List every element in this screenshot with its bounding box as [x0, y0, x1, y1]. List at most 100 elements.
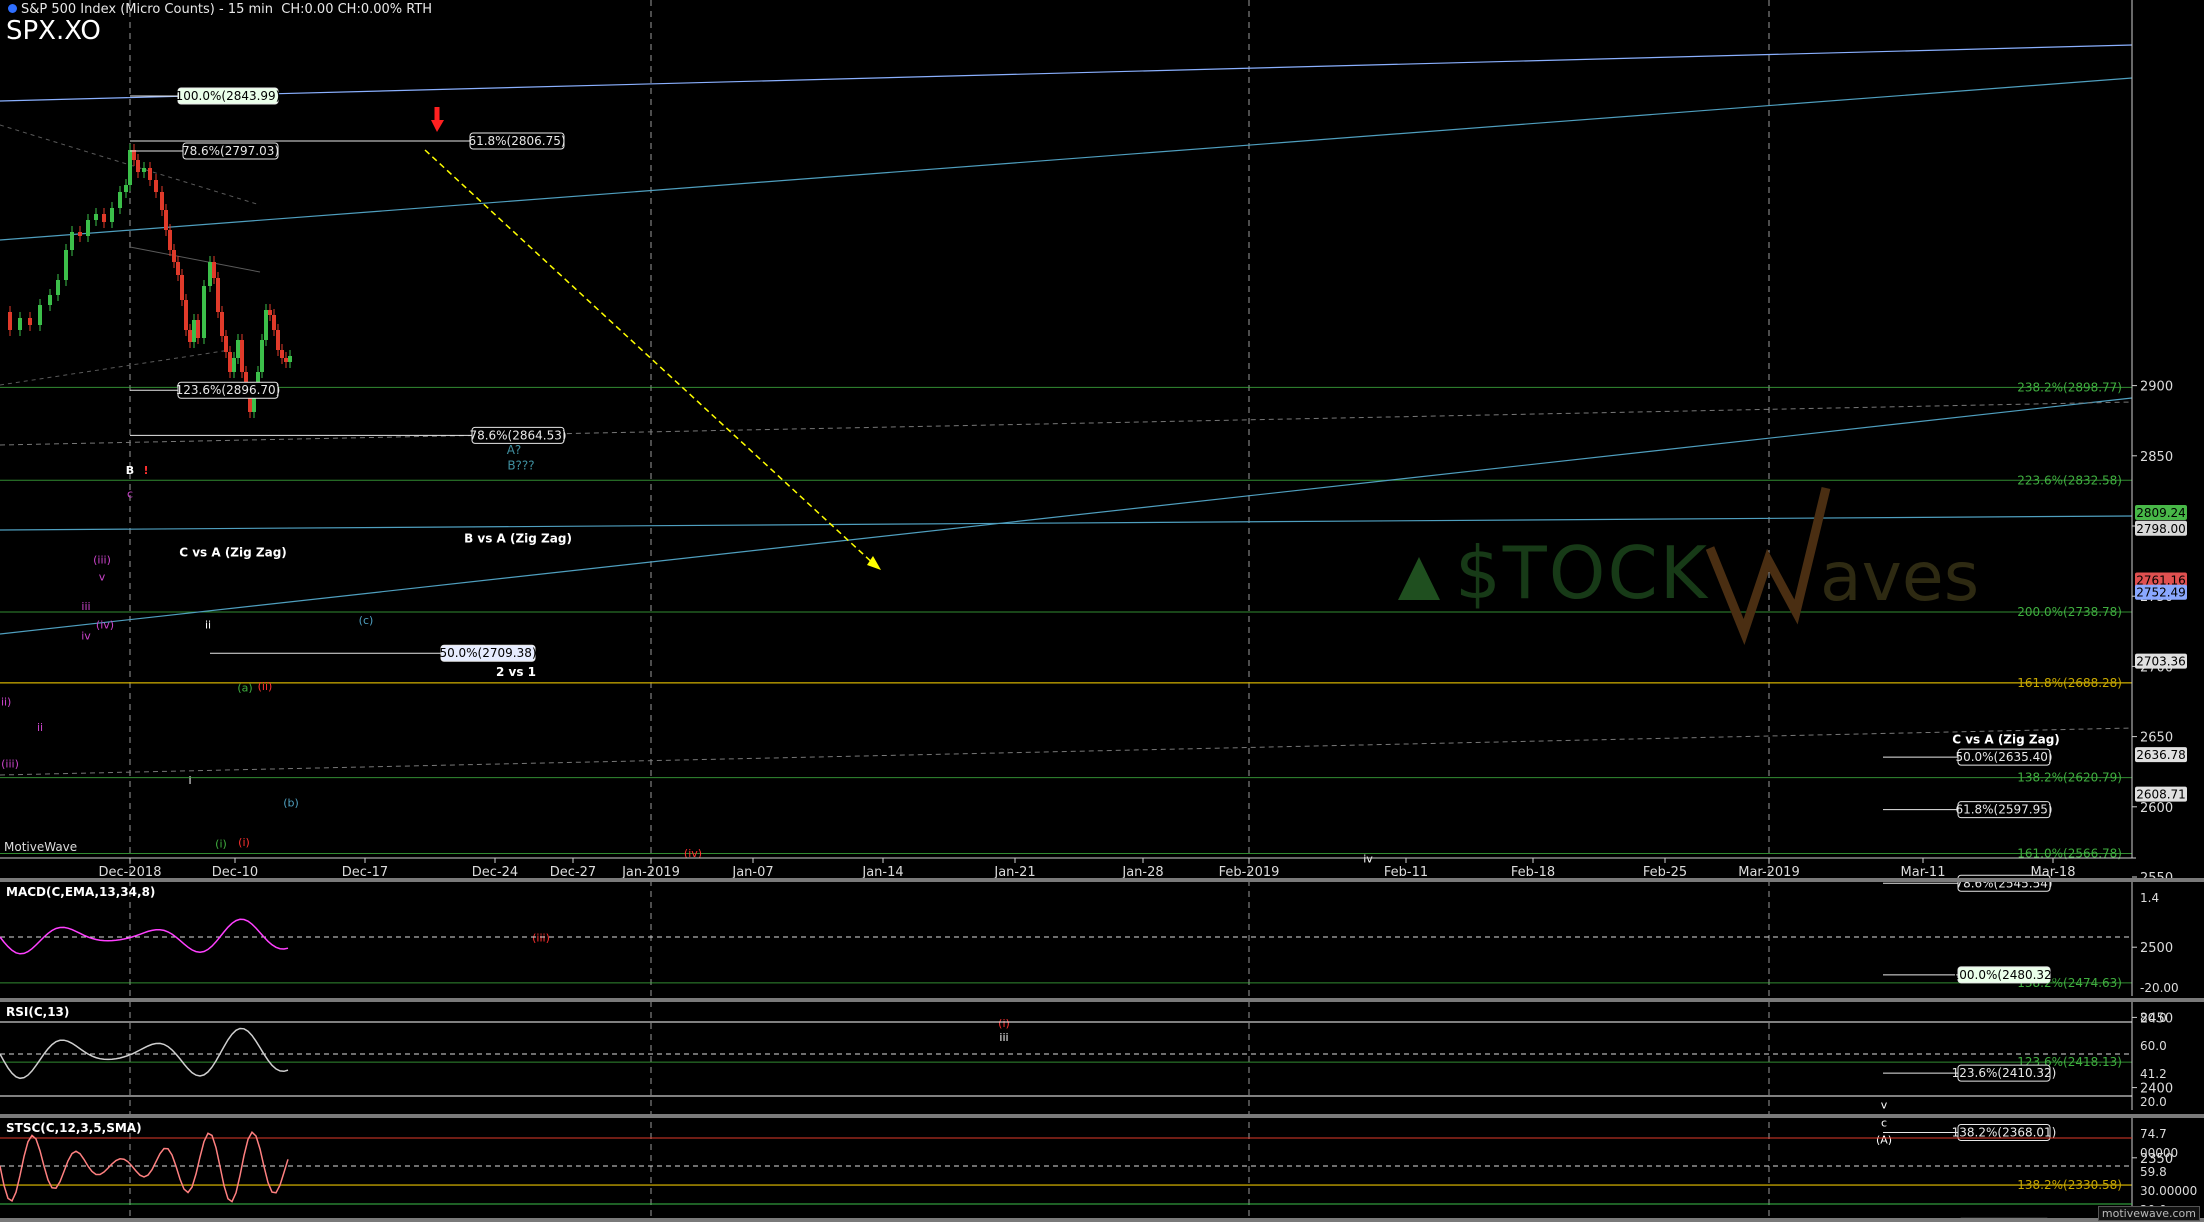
- panel-separator: [0, 1114, 2204, 1118]
- candle-body: [48, 295, 52, 305]
- svg-text:aves: aves: [1820, 538, 1979, 617]
- wave-label: (iii): [532, 931, 550, 944]
- symbol-label: SPX.XO: [6, 16, 101, 46]
- annotation-label: C vs A (Zig Zag): [1952, 732, 2060, 746]
- indicator-tick-label: 30.00000: [2140, 1184, 2197, 1198]
- wave-label: iv: [81, 630, 91, 643]
- fib-level-label: 138.2%(2620.79): [2017, 771, 2122, 785]
- price-box-label: 2752.49: [2136, 586, 2186, 600]
- candle-body: [202, 286, 206, 338]
- candle-body: [56, 280, 60, 295]
- candle-body: [216, 278, 220, 312]
- candle-body: [220, 312, 224, 336]
- panel-separator: [0, 1218, 2204, 1222]
- candle-body: [176, 262, 180, 275]
- channel-line-dashed: [0, 727, 2133, 776]
- candle-body: [124, 185, 128, 192]
- wave-label: (ii): [258, 680, 273, 693]
- fib-level-label: 200.0%(2738.78): [2017, 605, 2122, 619]
- indicator-name: STSC(C,12,3,5,SMA): [6, 1121, 142, 1135]
- indicator-trace: [0, 1130, 289, 1203]
- stockwaves-watermark: $TOCK aves: [1398, 486, 1979, 646]
- time-axis-label: Jan-28: [1121, 865, 1163, 880]
- fib-box-label: 50.0%(2709.38): [439, 646, 536, 660]
- time-axis-label: Feb-2019: [1219, 865, 1280, 880]
- candle-body: [136, 160, 140, 172]
- fib-level-label: 223.6%(2832.58): [2017, 473, 2122, 487]
- candle-body: [284, 358, 288, 362]
- indicator-tick-label: 00000: [2140, 1146, 2178, 1160]
- chart-header: S&P 500 Index (Micro Counts) - 15 min CH…: [8, 2, 432, 17]
- price-box-label: 2798.00: [2136, 522, 2186, 536]
- candle-body: [224, 336, 228, 352]
- fib-box-label: 123.6%(2896.70): [176, 383, 281, 397]
- price-box-label: 2636.78: [2136, 748, 2186, 762]
- candle-body: [94, 214, 98, 220]
- wave-label: (iii): [1, 757, 19, 770]
- wave-label: c: [1881, 1117, 1887, 1130]
- fib-boxes-top: 123.6%(2896.70) 78.6%(2864.53) 100.0%(2843…: [130, 87, 567, 662]
- wave-label: (iv): [96, 618, 114, 631]
- candle-body: [38, 305, 42, 325]
- indicator-tick-label: 1.4: [2140, 891, 2159, 905]
- time-axis-label: Dec-2018: [99, 865, 162, 880]
- annotation-label: B vs A (Zig Zag): [464, 532, 572, 546]
- time-axis-label: Feb-18: [1511, 865, 1555, 880]
- chart-annotations: C vs A (Zig Zag) B vs A (Zig Zag) 2 vs 1 C …: [179, 443, 2060, 746]
- price-box-label: 2809.24: [2136, 506, 2186, 520]
- fib-level-label: 238.2%(2898.77): [2017, 380, 2122, 394]
- time-axis-label: Mar-18: [2031, 865, 2076, 880]
- fib-box-label: 61.8%(2597.95): [1955, 803, 2052, 817]
- candle-body: [28, 318, 32, 325]
- time-axis-label: Dec-17: [342, 865, 388, 880]
- time-axis-label: Jan-2019: [621, 865, 680, 880]
- indicator-tick-label: 59.8: [2140, 1165, 2167, 1179]
- fib-box-label: 100.0%(2480.32): [1952, 968, 2057, 982]
- wave-label: !: [143, 464, 148, 477]
- panel-separator: [0, 998, 2204, 1002]
- annotation-label: C vs A (Zig Zag): [179, 546, 287, 560]
- candle-body: [188, 330, 192, 342]
- time-axis-label: Dec-24: [472, 865, 518, 880]
- candle-body: [172, 250, 176, 262]
- time-axis-label: Mar-11: [1901, 865, 1946, 880]
- candle-body: [196, 320, 200, 338]
- candle-body: [102, 214, 106, 222]
- candle-body: [212, 262, 216, 278]
- channel-line: [0, 397, 2133, 635]
- wave-label: iii: [81, 600, 90, 613]
- wave-label: (i): [998, 1017, 1010, 1030]
- candle-body: [8, 312, 12, 330]
- price-axis-label: 2900: [2140, 380, 2173, 395]
- candle-body: [280, 350, 284, 358]
- wave-label: c: [127, 488, 133, 501]
- fib-box-label: 61.8%(2806.75): [468, 134, 565, 148]
- time-axis-label: Mar-2019: [1738, 865, 1799, 880]
- wave-label: B: [126, 464, 134, 477]
- annotation-label: A?: [507, 443, 522, 457]
- wave-label: ii: [37, 721, 43, 734]
- time-axis-label: Jan-14: [861, 865, 903, 880]
- price-axis-label: 2650: [2140, 731, 2173, 746]
- indicator-tick-label: 60.0: [2140, 1039, 2167, 1053]
- panel-separator: [0, 878, 2204, 882]
- wave-label: (A): [1876, 1134, 1892, 1147]
- channel-line-dashed: [0, 401, 2133, 446]
- time-axis-label: Feb-25: [1643, 865, 1687, 880]
- candle-body: [272, 315, 276, 330]
- projection-arrow: [424, 107, 881, 570]
- wave-label: i: [188, 774, 191, 787]
- candle-body: [232, 358, 236, 372]
- candle-body: [128, 150, 132, 185]
- down-arrow-icon: [431, 120, 444, 132]
- wave-label: (b): [283, 797, 299, 810]
- time-axis: Dec-2018 Dec-10 Dec-17 Dec-24 Dec-27 Jan-2019…: [0, 857, 2136, 880]
- channel-line: [0, 44, 2133, 102]
- fib-box-label: 138.2%(2368.01): [1952, 1126, 2057, 1140]
- indicator-tick-label: 20.0: [2140, 1095, 2167, 1109]
- trend-channels: [0, 44, 2133, 776]
- candle-body: [184, 300, 188, 330]
- wave-label: v: [1881, 1098, 1888, 1111]
- candle-body: [118, 192, 122, 208]
- chart-title: S&P 500 Index (Micro Counts) - 15 min: [21, 2, 274, 17]
